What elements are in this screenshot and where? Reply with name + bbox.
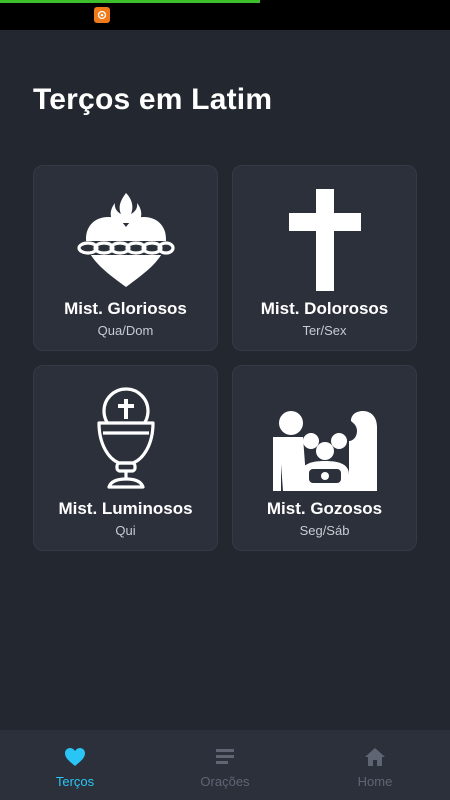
nav-tab-home[interactable]: Home xyxy=(300,730,450,800)
nav-tab-tercos[interactable]: Terços xyxy=(0,730,150,800)
list-icon xyxy=(214,746,236,768)
card-title: Mist. Dolorosos xyxy=(260,299,389,318)
nativity-icon xyxy=(233,366,416,491)
cross-icon xyxy=(233,166,416,291)
nav-label: Orações xyxy=(200,774,250,789)
heart-icon xyxy=(64,746,86,768)
card-title: Mist. Gloriosos xyxy=(64,299,187,318)
card-mist-dolorosos[interactable]: Mist. Dolorosos Ter/Sex xyxy=(232,165,417,351)
app-screen: Terços em Latim Mist. Gloriosos Qua/Dom … xyxy=(0,30,450,730)
card-mist-gozosos[interactable]: Mist. Gozosos Seg/Sáb xyxy=(232,365,417,551)
card-days: Qua/Dom xyxy=(97,323,154,338)
home-icon xyxy=(364,746,386,768)
card-title: Mist. Gozosos xyxy=(266,499,383,518)
sacred-heart-icon xyxy=(34,166,217,291)
card-mist-luminosos[interactable]: Mist. Luminosos Qui xyxy=(33,365,218,551)
bottom-navigation: Terços Orações Home xyxy=(0,730,450,800)
nav-label: Home xyxy=(357,774,393,789)
card-days: Ter/Sex xyxy=(302,323,347,338)
card-days: Seg/Sáb xyxy=(299,523,350,538)
nav-tab-oracoes[interactable]: Orações xyxy=(150,730,300,800)
card-mist-gloriosos[interactable]: Mist. Gloriosos Qua/Dom xyxy=(33,165,218,351)
notification-icon xyxy=(94,7,110,23)
page-title: Terços em Latim xyxy=(33,83,273,116)
status-progress-bar xyxy=(0,0,260,3)
card-title: Mist. Luminosos xyxy=(58,499,193,518)
nav-label: Terços xyxy=(55,774,95,789)
chalice-icon xyxy=(34,366,217,491)
status-bar xyxy=(0,0,450,30)
card-days: Qui xyxy=(115,523,136,538)
